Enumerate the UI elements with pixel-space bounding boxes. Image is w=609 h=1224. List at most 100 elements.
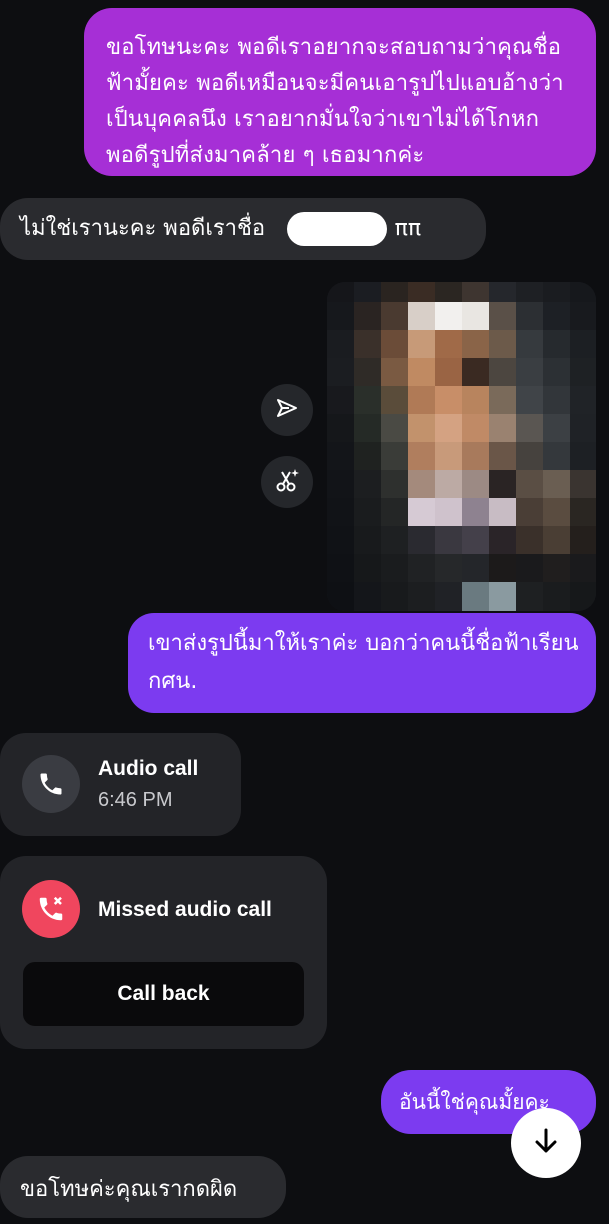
- photo-pixel: [408, 414, 436, 443]
- photo-pixel: [327, 358, 355, 387]
- arrow-down-icon: [531, 1126, 561, 1160]
- photo-pixel: [408, 498, 436, 527]
- photo-pixel: [489, 330, 517, 359]
- photo-pixel: [381, 582, 409, 611]
- redaction-mark: [287, 212, 387, 246]
- photo-pixel: [543, 582, 571, 611]
- photo-pixel: [408, 330, 436, 359]
- photo-pixel: [381, 554, 409, 583]
- photo-pixel: [489, 498, 517, 527]
- photo-pixel: [489, 442, 517, 471]
- share-button[interactable]: [261, 384, 313, 436]
- photo-pixel: [435, 470, 463, 499]
- photo-pixel: [354, 358, 382, 387]
- photo-pixel: [570, 470, 596, 499]
- call-time: 6:46 PM: [98, 789, 173, 811]
- photo-pixel: [570, 330, 596, 359]
- photo-pixel: [354, 526, 382, 555]
- photo-pixel: [462, 358, 490, 387]
- photo-pixel: [435, 498, 463, 527]
- photo-pixel: [435, 330, 463, 359]
- photo-pixel: [543, 470, 571, 499]
- photo-pixel: [435, 526, 463, 555]
- photo-pixel: [489, 302, 517, 331]
- photo-pixel: [435, 386, 463, 415]
- photo-pixel: [327, 470, 355, 499]
- photo-pixel: [327, 554, 355, 583]
- photo-pixel: [354, 554, 382, 583]
- outgoing-message-bubble[interactable]: เขาส่งรูปนี้มาให้เราค่ะ บอกว่าคนนี้ชื่อฟ…: [128, 613, 596, 713]
- outgoing-message-bubble[interactable]: ขอโทษนะคะ พอดีเราอยากจะสอบถามว่าคุณชื่อฟ…: [84, 8, 596, 176]
- photo-pixel: [489, 414, 517, 443]
- photo-pixel: [543, 414, 571, 443]
- photo-pixel: [408, 582, 436, 611]
- photo-pixel: [435, 302, 463, 331]
- cutout-button[interactable]: [261, 456, 313, 508]
- photo-pixel: [381, 526, 409, 555]
- photo-pixel: [516, 414, 544, 443]
- photo-pixel: [408, 470, 436, 499]
- photo-pixel: [543, 554, 571, 583]
- photo-pixel: [462, 526, 490, 555]
- photo-pixel: [327, 386, 355, 415]
- call-title: Audio call: [98, 757, 199, 780]
- message-text: อันนี้ใช่คุณมั้ยคะ: [399, 1090, 550, 1114]
- photo-pixel: [354, 498, 382, 527]
- photo-pixel: [354, 282, 382, 303]
- photo-pixel: [570, 554, 596, 583]
- call-title: Missed audio call: [98, 898, 272, 921]
- audio-call-card[interactable]: Audio call 6:46 PM: [0, 733, 241, 836]
- send-outline-icon: [275, 396, 299, 424]
- photo-pixel: [489, 282, 517, 303]
- photo-pixel: [462, 386, 490, 415]
- photo-pixel: [354, 330, 382, 359]
- photo-pixel: [543, 358, 571, 387]
- message-text: ขอโทษค่ะคุณเรากดผิด: [20, 1177, 238, 1202]
- missed-call-icon: [22, 880, 80, 938]
- shared-photo[interactable]: [327, 282, 596, 611]
- photo-pixel: [570, 526, 596, 555]
- photo-pixel: [381, 358, 409, 387]
- photo-pixel: [570, 498, 596, 527]
- photo-pixel: [543, 498, 571, 527]
- photo-pixel: [327, 414, 355, 443]
- photo-pixel: [408, 358, 436, 387]
- photo-pixel: [435, 282, 463, 303]
- photo-pixel: [327, 302, 355, 331]
- photo-pixel: [381, 386, 409, 415]
- photo-pixel: [381, 470, 409, 499]
- photo-pixel: [408, 386, 436, 415]
- photo-pixel: [381, 442, 409, 471]
- photo-pixel: [516, 470, 544, 499]
- photo-pixel: [327, 582, 355, 611]
- photo-pixel: [543, 386, 571, 415]
- photo-pixel: [462, 554, 490, 583]
- photo-pixel: [327, 442, 355, 471]
- photo-pixel: [516, 302, 544, 331]
- incoming-message-bubble[interactable]: ไม่ใช่เรานะคะ พอดีเราชื่อ ค่ะ ππ: [0, 198, 486, 260]
- photo-pixel: [327, 282, 355, 303]
- incoming-message-bubble[interactable]: ขอโทษค่ะคุณเรากดผิด: [0, 1156, 286, 1218]
- message-text: ขอโทษนะคะ พอดีเราอยากจะสอบถามว่าคุณชื่อฟ…: [106, 35, 564, 168]
- photo-pixel: [489, 526, 517, 555]
- photo-pixel: [462, 330, 490, 359]
- photo-pixel: [570, 442, 596, 471]
- photo-pixel: [354, 386, 382, 415]
- photo-pixel: [408, 526, 436, 555]
- photo-pixel: [543, 302, 571, 331]
- photo-pixel: [543, 282, 571, 303]
- photo-pixel: [408, 554, 436, 583]
- scroll-to-bottom-button[interactable]: [511, 1108, 581, 1178]
- photo-pixel: [408, 302, 436, 331]
- photo-pixel: [354, 442, 382, 471]
- photo-pixel: [570, 358, 596, 387]
- call-back-button[interactable]: Call back: [23, 962, 304, 1026]
- photo-pixel: [543, 526, 571, 555]
- photo-pixel: [516, 554, 544, 583]
- photo-pixel: [543, 330, 571, 359]
- photo-pixel: [327, 498, 355, 527]
- photo-pixel: [354, 582, 382, 611]
- photo-pixel: [381, 414, 409, 443]
- photo-pixel: [516, 582, 544, 611]
- photo-pixel: [516, 386, 544, 415]
